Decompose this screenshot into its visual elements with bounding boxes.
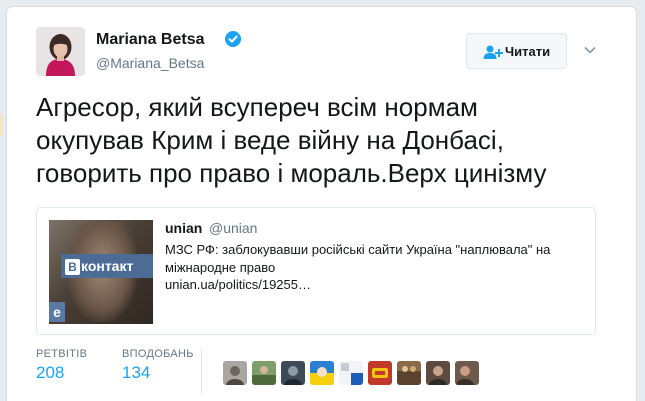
liker-avatar-icon[interactable] [368,361,392,385]
likes-count[interactable]: 134 [122,363,150,383]
tweet-text: Агресор, який всупереч всім нормам окупу… [36,91,616,190]
follow-button-label: Читати [505,44,551,59]
quoted-tweet-text: МЗС РФ: заблокувавши російські сайти Укр… [165,242,551,275]
likes-label: ВПОДОБАНЬ [122,348,194,360]
quoted-user-name: unian [165,220,203,236]
liker-avatar-icon[interactable] [252,361,276,385]
verified-badge-icon [225,31,241,47]
quoted-tweet-link[interactable]: unian.ua/politics/19255… [165,277,311,292]
liker-avatar-icon[interactable] [281,361,305,385]
liker-avatar-icon[interactable] [339,361,363,385]
liker-avatar-icon[interactable] [455,361,479,385]
follow-button[interactable]: Читати [466,33,567,69]
quoted-tweet[interactable]: Вконтакт e unian @unian МЗС РФ: заблокув… [36,207,596,335]
liker-avatar-icon[interactable] [223,361,247,385]
user-name[interactable]: Mariana Betsa [96,31,205,49]
add-person-icon [483,45,503,59]
quoted-tweet-image: Вконтакт e [49,220,153,324]
liker-avatar-icon[interactable] [426,361,450,385]
liker-avatar-icon[interactable] [310,361,334,385]
quoted-user-handle: @unian [209,220,258,236]
retweets-label: РЕТВІТІВ [36,348,88,360]
background-edge-strip [0,114,3,136]
vk-logo-letter: В [65,259,80,276]
retweets-count[interactable]: 208 [36,363,64,383]
tweet-text-line: Агресор, який всупереч всім нормам [36,92,478,122]
stats-divider [201,348,202,394]
vk-logo-text: контакт [81,258,134,274]
liker-avatar-icon[interactable] [397,361,421,385]
user-handle[interactable]: @Mariana_Betsa [96,55,204,71]
vk-logo-badge: Вконтакт [61,254,153,278]
user-avatar[interactable] [36,27,85,76]
tweet-text-line: окупував Крим і веде війну на Донбасі, [36,125,504,155]
chevron-down-icon[interactable] [584,46,596,54]
tweet-text-line: говорить про право і мораль.Верх цинізму [36,158,547,188]
vk-edge-letter: e [49,302,65,322]
